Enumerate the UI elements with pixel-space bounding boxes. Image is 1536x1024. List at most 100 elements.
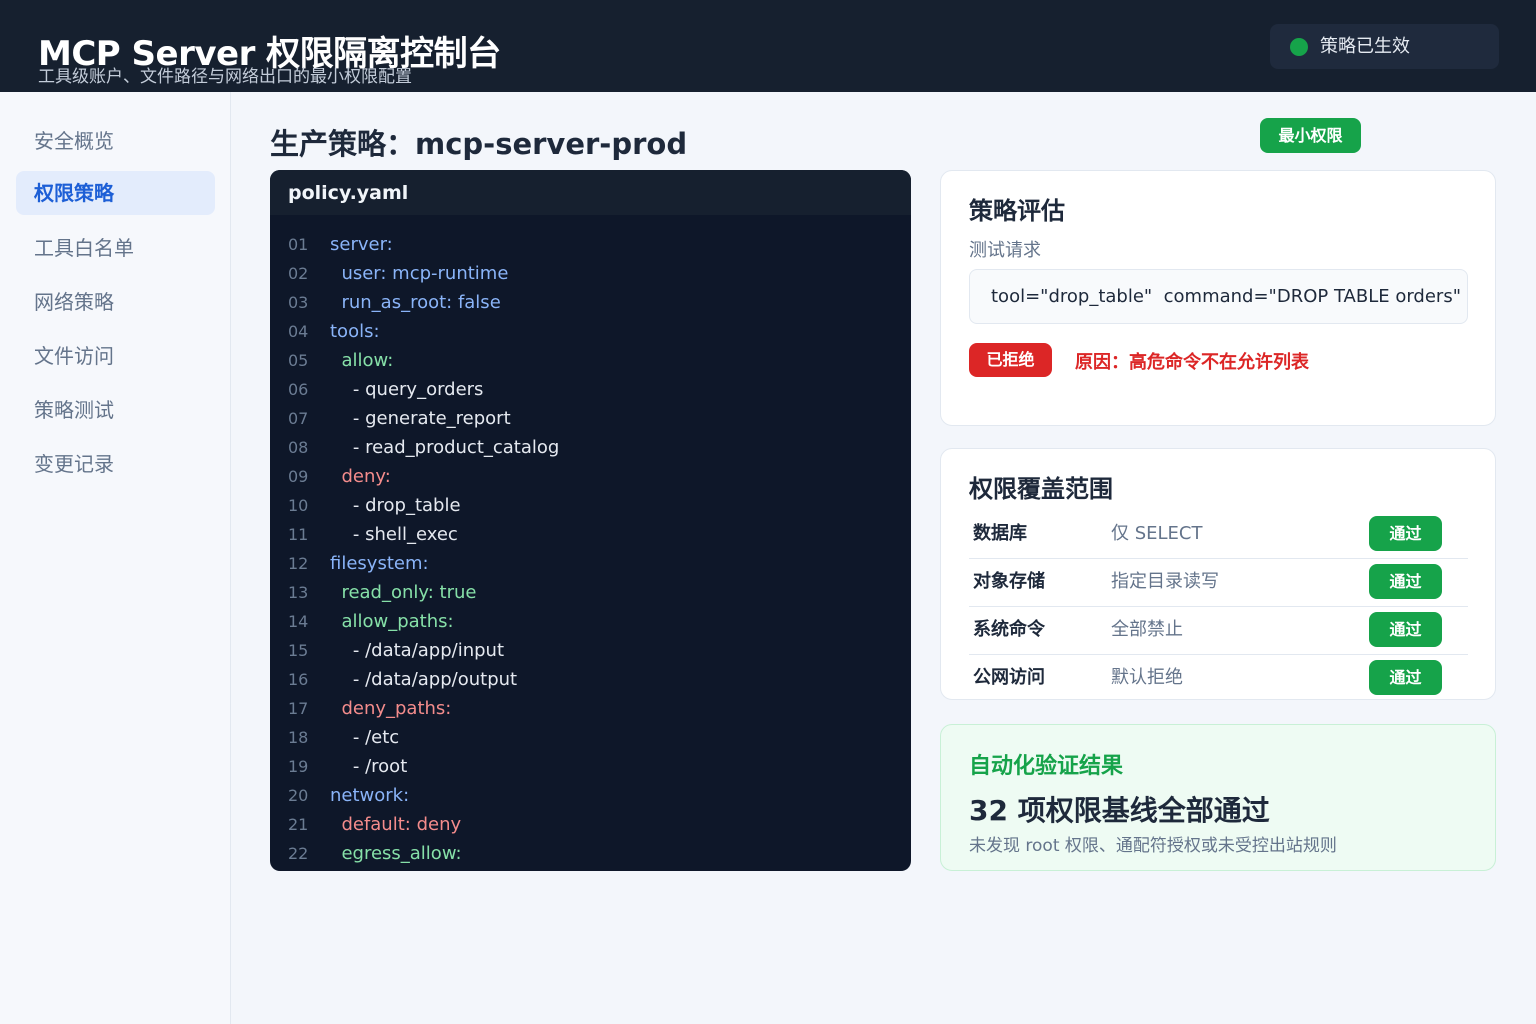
line-number: 18: [288, 728, 309, 747]
pass-badge: 通过: [1369, 660, 1442, 695]
line-number: 16: [288, 670, 309, 689]
scope-name: 系统命令: [973, 619, 1045, 640]
sidebar-item-security-overview[interactable]: 安全概览: [16, 119, 215, 163]
code-line: 14 allow_paths:: [270, 607, 911, 636]
code-line: 18 - /etc: [270, 723, 911, 752]
pass-badge: 通过: [1369, 516, 1442, 551]
code-line: 02 user: mcp-runtime: [270, 259, 911, 288]
code-text: - generate_report: [330, 408, 511, 429]
line-number: 20: [288, 786, 309, 805]
code-text: default: deny: [330, 814, 462, 835]
line-number: 17: [288, 699, 309, 718]
code-line: 07 - generate_report: [270, 404, 911, 433]
code-text: filesystem:: [330, 553, 429, 574]
evaluation-title: 策略评估: [969, 197, 1065, 225]
scope-title: 权限覆盖范围: [969, 475, 1113, 503]
code-line: 04 tools:: [270, 317, 911, 346]
pass-badge: 通过: [1369, 612, 1442, 647]
app-subtitle: 工具级账户、文件路径与网络出口的最小权限配置: [38, 67, 412, 87]
line-number: 08: [288, 438, 309, 457]
code-text: - read_product_catalog: [330, 437, 560, 458]
line-number: 07: [288, 409, 309, 428]
code-text: allow_paths:: [330, 611, 454, 632]
code-line: 09 deny:: [270, 462, 911, 491]
scope-name: 公网访问: [973, 667, 1045, 688]
line-number: 10: [288, 496, 309, 515]
scope-name: 数据库: [973, 523, 1027, 544]
sidebar-item-network-policy[interactable]: 网络策略: [16, 280, 215, 324]
scope-row-object-storage: 对象存储 指定目录读写 通过: [969, 559, 1468, 607]
least-privilege-badge: 最小权限: [1260, 118, 1361, 153]
scope-value: 默认拒绝: [1111, 667, 1183, 688]
line-number: 12: [288, 554, 309, 573]
line-number: 03: [288, 293, 309, 312]
code-text: server:: [330, 234, 393, 255]
line-number: 22: [288, 844, 309, 863]
verification-description: 未发现 root 权限、通配符授权或未受控出站规则: [969, 836, 1337, 856]
sidebar-item-tool-whitelist[interactable]: 工具白名单: [16, 226, 215, 270]
code-line: 08 - read_product_catalog: [270, 433, 911, 462]
verification-title: 自动化验证结果: [969, 754, 1124, 779]
code-text: - shell_exec: [330, 524, 458, 545]
code-text: network:: [330, 785, 410, 806]
scope-value: 仅 SELECT: [1111, 523, 1203, 544]
code-line: 03 run_as_root: false: [270, 288, 911, 317]
status-dot-icon: [1290, 38, 1308, 56]
scope-row-system-commands: 系统命令 全部禁止 通过: [969, 607, 1468, 655]
policy-code-editor[interactable]: policy.yaml 01 server: 02 user: mcp-runtim…: [270, 170, 911, 871]
top-header: MCP Server 权限隔离控制台 工具级账户、文件路径与网络出口的最小权限配…: [0, 0, 1536, 92]
code-line: 13 read_only: true: [270, 578, 911, 607]
code-line: 15 - /data/app/input: [270, 636, 911, 665]
pass-badge: 通过: [1369, 564, 1442, 599]
verification-result-card: 自动化验证结果 32 项权限基线全部通过 未发现 root 权限、通配符授权或未…: [940, 724, 1496, 871]
policy-evaluation-card: 策略评估 测试请求 tool="drop_table" command="DRO…: [940, 170, 1496, 426]
scope-row-database: 数据库 仅 SELECT 通过: [969, 511, 1468, 559]
line-number: 06: [288, 380, 309, 399]
rejected-badge: 已拒绝: [969, 343, 1052, 377]
code-text: - /data/app/input: [330, 640, 505, 661]
code-text: allow:: [330, 350, 394, 371]
line-number: 04: [288, 322, 309, 341]
code-filename: policy.yaml: [270, 170, 911, 215]
test-request-label: 测试请求: [969, 240, 1041, 261]
code-text: user: mcp-runtime: [330, 263, 509, 284]
code-lines: 01 server: 02 user: mcp-runtime 03 run_as_r…: [270, 230, 911, 868]
rejection-reason: 原因：高危命令不在允许列表: [1075, 352, 1309, 373]
line-number: 14: [288, 612, 309, 631]
policy-status-text: 策略已生效: [1320, 36, 1410, 57]
scope-value: 全部禁止: [1111, 619, 1183, 640]
code-text: tools:: [330, 321, 380, 342]
line-number: 15: [288, 641, 309, 660]
scope-name: 对象存储: [973, 571, 1045, 592]
line-number: 21: [288, 815, 309, 834]
code-line: 20 network:: [270, 781, 911, 810]
code-text: deny_paths:: [330, 698, 452, 719]
line-number: 11: [288, 525, 309, 544]
code-line: 21 default: deny: [270, 810, 911, 839]
test-request-input[interactable]: tool="drop_table" command="DROP TABLE or…: [969, 269, 1468, 324]
line-number: 01: [288, 235, 309, 254]
code-line: 19 - /root: [270, 752, 911, 781]
line-number: 19: [288, 757, 309, 776]
code-line: 22 egress_allow:: [270, 839, 911, 868]
code-line: 06 - query_orders: [270, 375, 911, 404]
code-text: read_only: true: [330, 582, 477, 603]
page-title: 生产策略：mcp-server-prod: [270, 127, 688, 161]
code-line: 10 - drop_table: [270, 491, 911, 520]
sidebar-nav: 安全概览 权限策略 工具白名单 网络策略 文件访问 策略测试 变更记录: [0, 92, 231, 1024]
sidebar-item-change-log[interactable]: 变更记录: [16, 442, 215, 486]
sidebar-item-policy-test[interactable]: 策略测试: [16, 388, 215, 432]
code-line: 12 filesystem:: [270, 549, 911, 578]
verification-headline: 32 项权限基线全部通过: [969, 794, 1270, 827]
line-number: 05: [288, 351, 309, 370]
permission-scope-card: 权限覆盖范围 数据库 仅 SELECT 通过 对象存储 指定目录读写 通过 系统…: [940, 448, 1496, 700]
policy-status-indicator: 策略已生效: [1270, 24, 1499, 69]
code-text: egress_allow:: [330, 843, 462, 864]
code-text: - query_orders: [330, 379, 484, 400]
code-text: - /root: [330, 756, 408, 777]
code-line: 16 - /data/app/output: [270, 665, 911, 694]
sidebar-item-permission-policy[interactable]: 权限策略: [16, 171, 215, 215]
code-line: 11 - shell_exec: [270, 520, 911, 549]
sidebar-item-file-access[interactable]: 文件访问: [16, 334, 215, 378]
scope-value: 指定目录读写: [1111, 571, 1219, 592]
